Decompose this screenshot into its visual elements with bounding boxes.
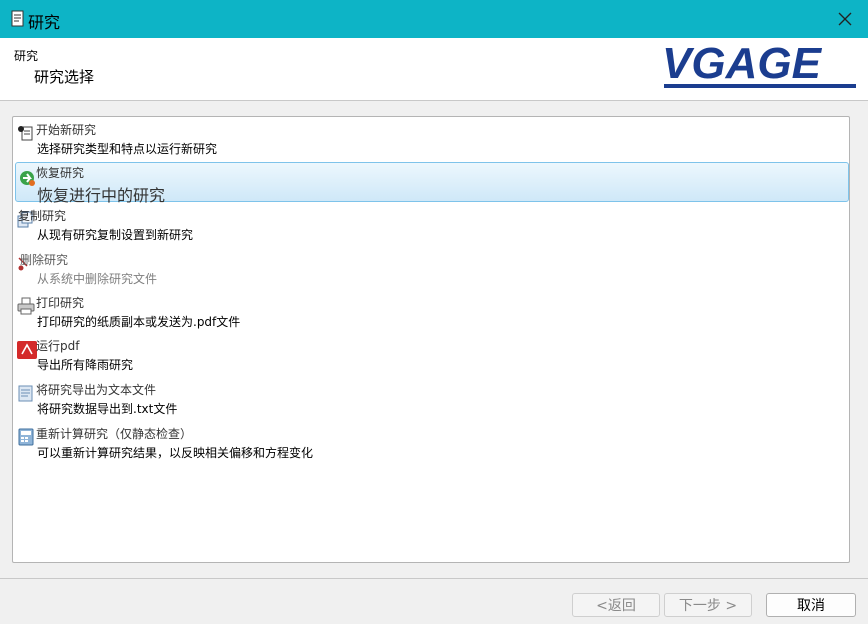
list-item-export-text[interactable]: 将研究导出为文本文件 将研究数据导出到.txt文件 (15, 378, 849, 419)
item-description: 恢复进行中的研究 (37, 186, 166, 205)
next-button[interactable]: 下一步 > (664, 593, 752, 617)
item-description: 从系统中删除研究文件 (37, 272, 158, 286)
list-item-print-study[interactable]: 打印研究 打印研究的纸质副本或发送为.pdf文件 (15, 291, 849, 332)
list-item-run-pdf[interactable]: 运行pdf 导出所有降雨研究 (15, 334, 849, 375)
list-item-resume-study[interactable]: 恢复研究 恢复进行中的研究 (15, 162, 849, 205)
item-title: 将研究导出为文本文件 (36, 383, 157, 397)
calculator-icon (18, 428, 34, 446)
vgage-logo: VGAGE (662, 42, 856, 88)
item-description: 从现有研究复制设置到新研究 (37, 228, 194, 242)
resume-icon (20, 171, 35, 186)
logo-text: VGAGE (662, 42, 823, 88)
app-document-icon (11, 10, 24, 27)
item-title: 恢复研究 (36, 166, 85, 180)
item-title: 重新计算研究（仅静态检查） (36, 427, 193, 441)
item-title: 删除研究 (20, 253, 69, 267)
header-category: 研究 (14, 49, 39, 63)
item-description: 选择研究类型和特点以运行新研究 (37, 142, 218, 156)
item-title: 复制研究 (18, 209, 67, 223)
footer-divider (0, 578, 868, 579)
window-title: 研究 (28, 13, 61, 32)
list-item-recalculate[interactable]: 重新计算研究（仅静态检查） 可以重新计算研究结果，以反映相关偏移和方程变化 (15, 422, 849, 463)
title-bar: 研究 (0, 0, 868, 38)
item-description: 可以重新计算研究结果，以反映相关偏移和方程变化 (37, 446, 314, 460)
item-description: 导出所有降雨研究 (37, 358, 134, 372)
study-option-list: 开始新研究 选择研究类型和特点以运行新研究 恢复研究 恢复进行中的研究 复制研究… (12, 116, 850, 563)
printer-icon (17, 297, 35, 315)
new-document-icon (18, 126, 33, 141)
close-button[interactable] (822, 0, 868, 38)
list-item-new-study[interactable]: 开始新研究 选择研究类型和特点以运行新研究 (15, 118, 849, 159)
item-description: 将研究数据导出到.txt文件 (37, 402, 178, 416)
close-icon (838, 12, 852, 26)
item-title: 打印研究 (36, 296, 85, 310)
back-button[interactable]: <返回 (572, 593, 660, 617)
pdf-icon (17, 341, 37, 359)
header-subtitle: 研究选择 (34, 68, 95, 86)
list-item-copy-study[interactable]: 复制研究 从现有研究复制设置到新研究 (15, 204, 849, 245)
export-text-icon (18, 385, 33, 402)
item-title: 开始新研究 (36, 123, 97, 137)
list-item-delete-study[interactable]: 删除研究 从系统中删除研究文件 (15, 248, 849, 289)
wizard-header: 研究 研究选择 VGAGE (0, 38, 868, 101)
item-title: 运行pdf (36, 339, 80, 353)
item-description: 打印研究的纸质副本或发送为.pdf文件 (37, 315, 241, 329)
cancel-button[interactable]: 取消 (766, 593, 856, 617)
